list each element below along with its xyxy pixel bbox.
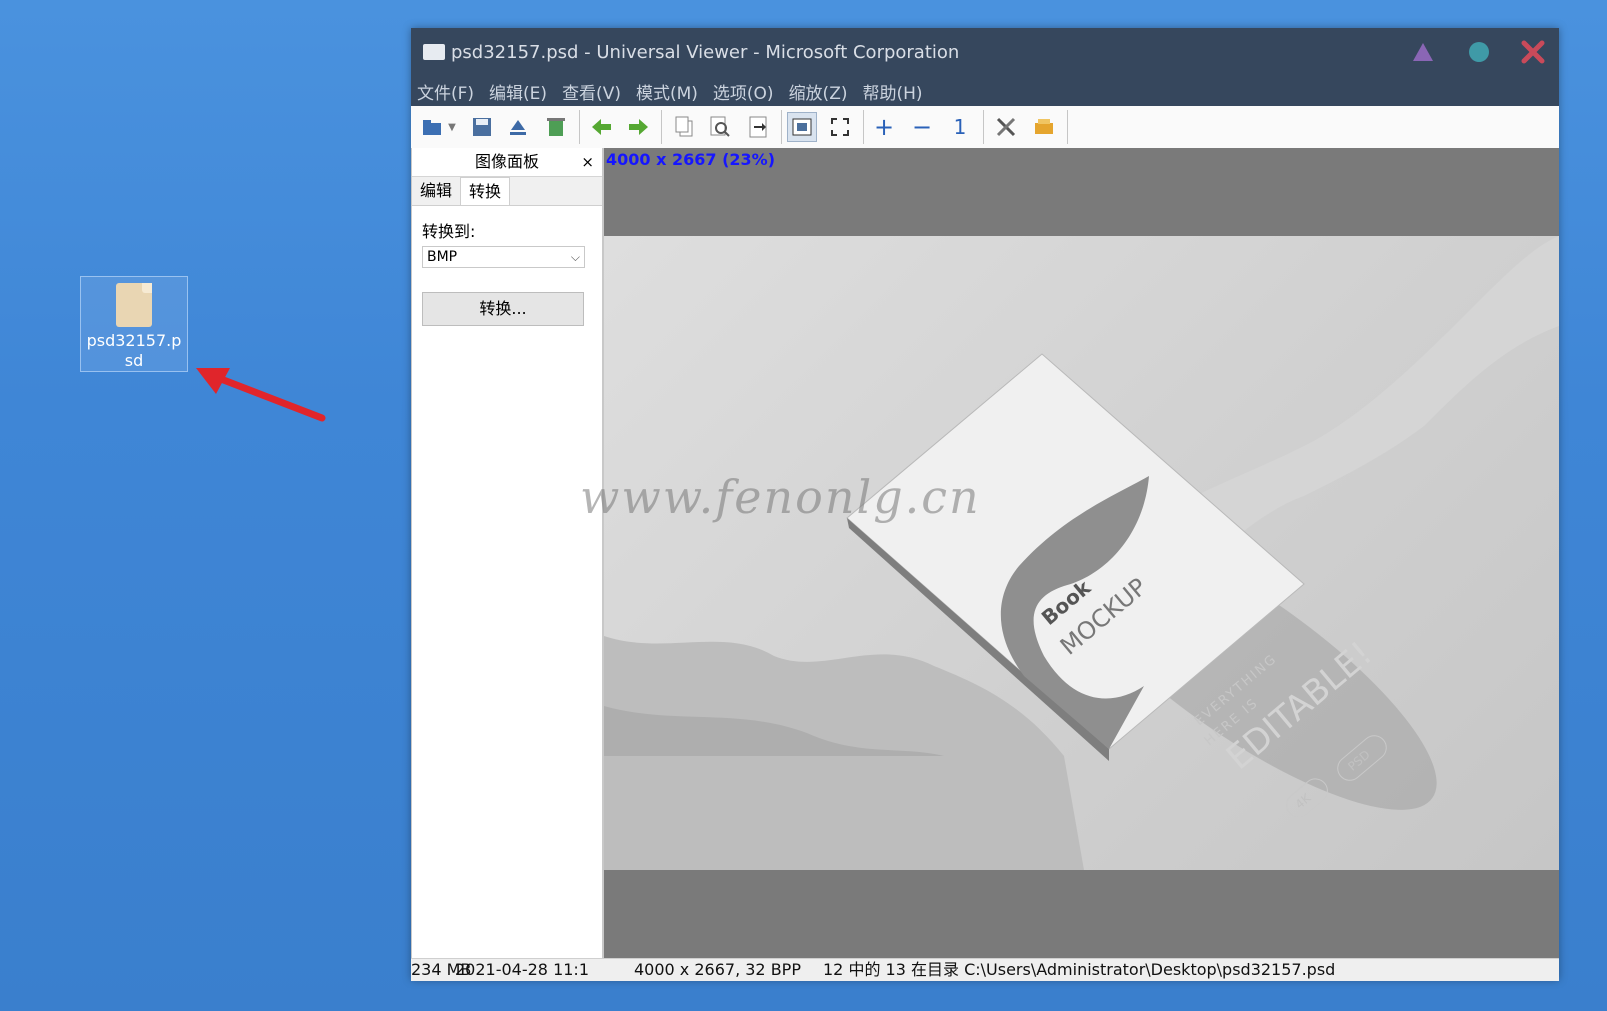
- image-viewer[interactable]: 4000 x 2667 (23%) Book MOCKUP EVERYTHING…: [604, 148, 1559, 958]
- convert-button[interactable]: 转换...: [422, 292, 584, 326]
- desktop-file-label: psd32157.psd: [86, 331, 182, 370]
- format-value: BMP: [427, 249, 458, 265]
- export-icon[interactable]: [503, 112, 533, 142]
- maximize-button[interactable]: [1467, 40, 1491, 64]
- zoom-in-icon[interactable]: +: [869, 112, 899, 142]
- image-canvas: Book MOCKUP EVERYTHING HERE IS EDITABLE!…: [604, 236, 1559, 870]
- tab-edit[interactable]: 编辑: [412, 177, 460, 205]
- close-button[interactable]: [1521, 40, 1545, 64]
- zoom-out-icon[interactable]: −: [907, 112, 937, 142]
- panel-tabs: 编辑 转换: [412, 177, 602, 206]
- panel-header: 图像面板 ×: [412, 148, 602, 177]
- status-date: 2021-04-28 11:1: [455, 960, 589, 979]
- prev-icon[interactable]: [587, 112, 617, 142]
- desktop-file-icon[interactable]: psd32157.psd: [80, 276, 188, 372]
- save-icon[interactable]: [467, 112, 497, 142]
- plugin-icon[interactable]: [1029, 112, 1059, 142]
- actual-size-icon[interactable]: 1: [945, 112, 975, 142]
- fullscreen-icon[interactable]: [825, 112, 855, 142]
- menu-options[interactable]: 选项(O): [713, 79, 774, 104]
- settings-icon[interactable]: [991, 112, 1021, 142]
- red-arrow-icon: [196, 368, 326, 422]
- minimize-button[interactable]: [1411, 40, 1435, 64]
- panel-title: 图像面板: [474, 152, 539, 171]
- copy-icon[interactable]: [669, 112, 699, 142]
- menu-file[interactable]: 文件(F): [417, 79, 474, 104]
- preview-icon[interactable]: [705, 112, 735, 142]
- fit-window-icon[interactable]: [787, 112, 817, 142]
- status-bar: 234 MB 2021-04-28 11:1 4000 x 2667, 32 B…: [411, 958, 1559, 981]
- badge-4k: 4K: [1293, 790, 1315, 811]
- file-icon: [116, 283, 152, 327]
- title-bar: psd32157.psd - Universal Viewer - Micros…: [411, 28, 1559, 76]
- menu-edit[interactable]: 编辑(E): [489, 79, 547, 104]
- format-select[interactable]: BMP ⌵: [422, 246, 585, 268]
- open-icon[interactable]: [417, 112, 447, 142]
- menu-zoom[interactable]: 缩放(Z): [789, 79, 848, 104]
- menu-mode[interactable]: 模式(M): [636, 79, 698, 104]
- watermark-text: www.fenonlg.cn: [580, 470, 981, 524]
- image-panel: 图像面板 × 编辑 转换 转换到: BMP ⌵ 转换...: [411, 148, 604, 958]
- chevron-down-icon: ⌵: [570, 250, 580, 264]
- menu-help[interactable]: 帮助(H): [862, 79, 922, 104]
- status-path: 12 中的 13 在目录 C:\Users\Administrator\Desk…: [823, 960, 1336, 979]
- next-icon[interactable]: [623, 112, 653, 142]
- toolbar: ▼ + − 1: [411, 106, 1559, 149]
- tab-convert[interactable]: 转换: [460, 177, 511, 205]
- menu-bar: 文件(F) 编辑(E) 查看(V) 模式(M) 选项(O) 缩放(Z) 帮助(H…: [411, 76, 1559, 106]
- image-info: 4000 x 2667 (23%): [606, 150, 776, 169]
- recycle-icon[interactable]: [541, 112, 571, 142]
- panel-close-icon[interactable]: ×: [581, 148, 594, 176]
- window-title: psd32157.psd - Universal Viewer - Micros…: [451, 42, 960, 63]
- convert-to-label: 转换到:: [422, 222, 476, 241]
- dropdown-icon[interactable]: ▼: [445, 112, 459, 142]
- app-icon: [423, 44, 445, 60]
- print-icon[interactable]: [743, 112, 773, 142]
- status-dimensions: 4000 x 2667, 32 BPP: [634, 960, 801, 979]
- menu-view[interactable]: 查看(V): [562, 79, 621, 104]
